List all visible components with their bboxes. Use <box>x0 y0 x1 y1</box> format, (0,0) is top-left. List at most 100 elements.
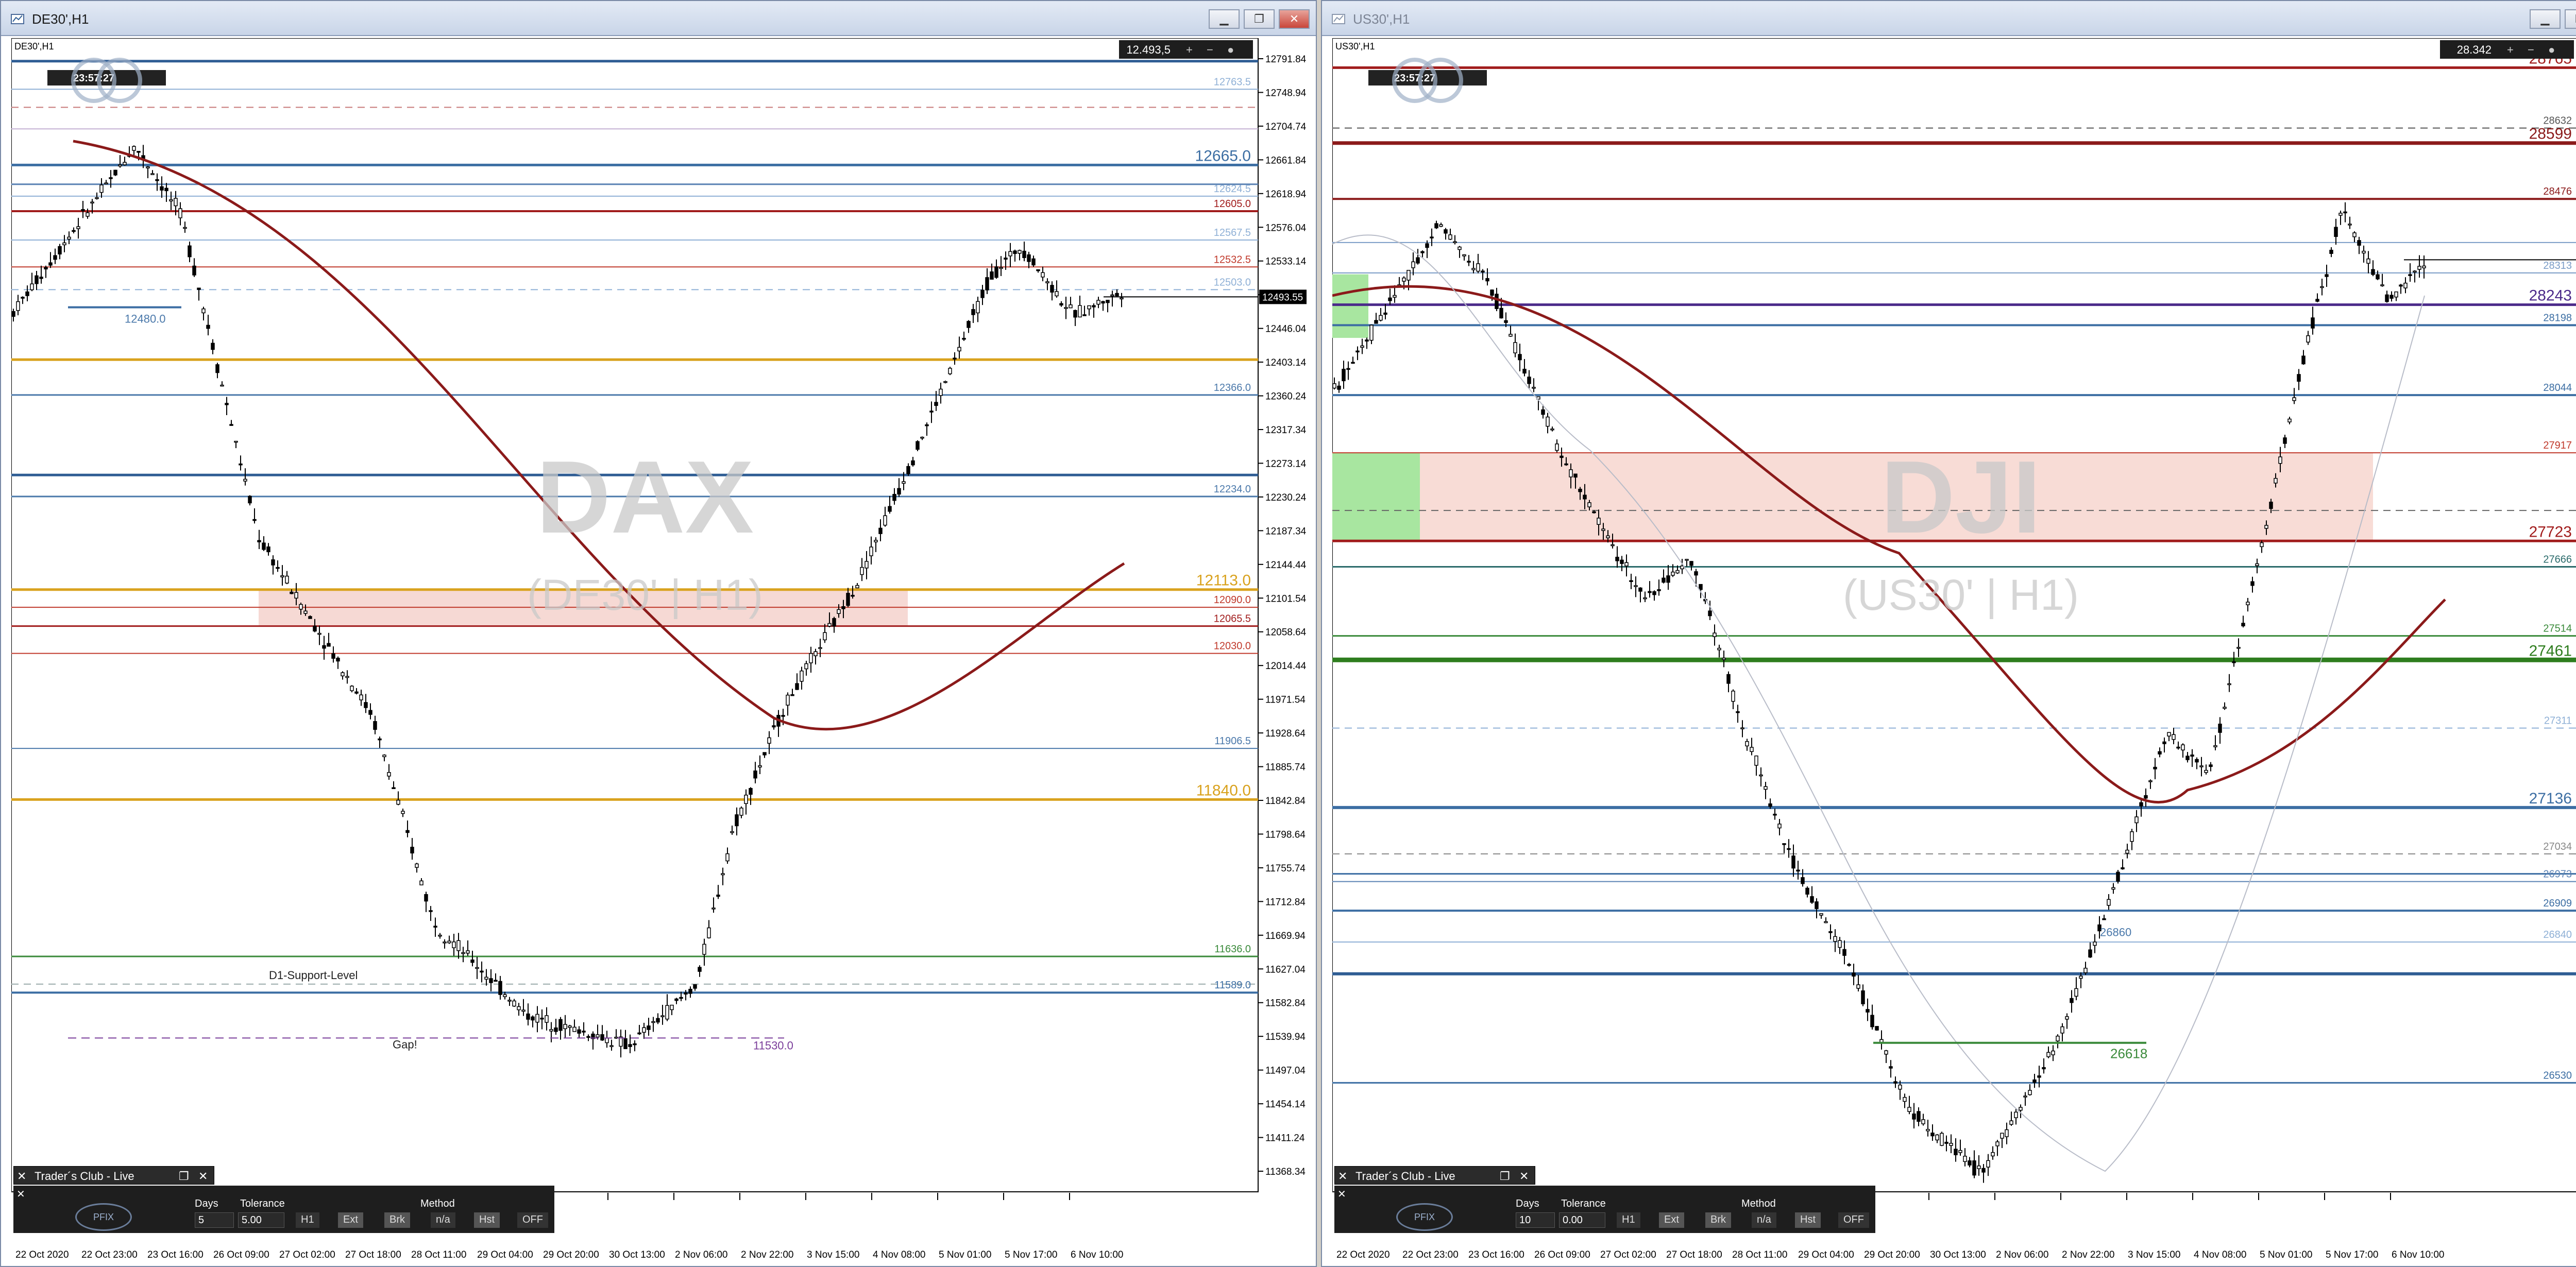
candle-body <box>762 752 767 756</box>
candle-body <box>1754 755 1758 766</box>
brk-button[interactable]: Brk <box>1705 1212 1731 1228</box>
candle-body <box>1921 1119 1925 1124</box>
brk-button[interactable]: Brk <box>384 1212 410 1228</box>
dji-chart-window[interactable]: US30',H1 ▁ ❐ ✕ 2876528632285992847628313… <box>1321 0 2576 1267</box>
candle-body <box>1036 269 1040 271</box>
off-button[interactable]: OFF <box>1838 1212 1869 1228</box>
dax-chart-window[interactable]: DE30',H1 ▁ ❐ ✕ 12763.5 12665.0 12624.5 1260… <box>0 0 1317 1267</box>
candle-body <box>2343 211 2347 214</box>
days-input[interactable]: 5 <box>195 1212 234 1228</box>
na-button[interactable]: n/a <box>431 1212 455 1228</box>
traders-club-bar[interactable]: ✕ Trader´s Club - Live ❐ ✕ <box>13 1166 214 1185</box>
tolerance-input[interactable]: 0.00 <box>1559 1212 1605 1228</box>
candle-body <box>86 212 90 217</box>
restore-icon[interactable]: ❐ <box>1244 9 1275 29</box>
candle-body <box>276 567 280 569</box>
level-label: 27461 <box>2529 642 2572 659</box>
candle-body <box>480 970 484 973</box>
ext-button[interactable]: Ext <box>1659 1212 1684 1228</box>
x-tick-label: 30 Oct 13:00 <box>1930 1249 1986 1260</box>
timeframe-button[interactable]: H1 <box>296 1212 319 1228</box>
hst-button[interactable]: Hst <box>1795 1212 1821 1228</box>
candle-body <box>1666 575 1670 583</box>
level-label: 11589.0 <box>1214 980 1251 991</box>
candle-body <box>123 162 127 165</box>
panel-close-icon[interactable]: ✕ <box>198 1170 208 1183</box>
candle-body <box>290 591 294 594</box>
y-tick-label: 11497.04 <box>1265 1066 1306 1076</box>
candle-body <box>2325 274 2329 277</box>
candle-body <box>1467 261 1471 263</box>
candle-body <box>1448 234 1452 240</box>
x-icon[interactable]: ✕ <box>1338 1170 1347 1183</box>
candle-body <box>809 653 813 663</box>
candle-body <box>1041 272 1045 278</box>
candle-body <box>1008 251 1012 256</box>
candle-body <box>2357 240 2361 246</box>
candle-body <box>2051 1050 2055 1055</box>
candle-body <box>939 388 943 396</box>
close-x-icon[interactable]: ✕ <box>1337 1188 1346 1201</box>
candle-body <box>1342 369 1346 382</box>
level-label: 11636.0 <box>1214 944 1251 955</box>
candle-body <box>2422 265 2426 268</box>
candle-body <box>521 1009 526 1012</box>
candle-body <box>730 831 734 833</box>
off-button[interactable]: OFF <box>517 1212 548 1228</box>
x-tick-label: 26 Oct 09:00 <box>213 1249 269 1260</box>
candle-body <box>2195 759 2199 763</box>
candle-body <box>906 466 910 474</box>
candle-body <box>1416 257 1420 264</box>
symbol-label: US30',H1 <box>1335 41 1375 52</box>
candle-body <box>1509 334 1513 337</box>
restore-icon[interactable]: ❐ <box>2565 9 2576 29</box>
panel-close-icon[interactable]: ✕ <box>1519 1170 1529 1183</box>
y-tick-label: 11539.94 <box>1265 1032 1306 1042</box>
candle-body <box>869 546 873 556</box>
window-titlebar[interactable]: US30',H1 ▁ ❐ ✕ <box>1322 1 2576 36</box>
minimize-icon[interactable]: ▁ <box>1209 9 1240 29</box>
dji-price-chart[interactable]: 2876528632285992847628313282432819828044… <box>1332 38 2576 1266</box>
candle-body <box>294 592 298 599</box>
logo: PFIX <box>1396 1203 1453 1231</box>
candle-body <box>1573 473 1578 478</box>
close-icon[interactable]: ✕ <box>1279 9 1310 29</box>
level-label: 27917 <box>2543 440 2572 451</box>
candle-body <box>1847 964 1851 966</box>
x-tick-label: 3 Nov 15:00 <box>2128 1249 2180 1260</box>
dax-price-chart[interactable]: 12763.5 12665.0 12624.5 12605.0 12567.5 12532… <box>11 38 1308 1266</box>
window-titlebar[interactable]: DE30',H1 ▁ ❐ ✕ <box>1 1 1316 36</box>
candle-body <box>1082 314 1087 316</box>
candle-body <box>656 1018 660 1023</box>
candle-body <box>1787 848 1791 850</box>
na-button[interactable]: n/a <box>1752 1212 1776 1228</box>
x-icon[interactable]: ✕ <box>17 1170 26 1183</box>
hst-button[interactable]: Hst <box>474 1212 500 1228</box>
candle-body <box>2260 542 2264 547</box>
days-input[interactable]: 10 <box>1516 1212 1555 1228</box>
candle-body <box>1861 990 1865 1004</box>
timeframe-button[interactable]: H1 <box>1617 1212 1640 1228</box>
candle-body <box>2014 1111 2018 1118</box>
candle-body <box>327 643 331 647</box>
candle-body <box>484 977 488 980</box>
x-tick-label: 27 Oct 02:00 <box>279 1249 335 1260</box>
panel-restore-icon[interactable]: ❐ <box>1500 1170 1510 1183</box>
x-tick-label: 5 Nov 17:00 <box>1005 1249 1057 1260</box>
candle-body <box>1699 584 1703 590</box>
close-x-icon[interactable]: ✕ <box>16 1188 25 1201</box>
candle-body <box>95 197 99 199</box>
ext-button[interactable]: Ext <box>338 1212 363 1228</box>
candle-body <box>378 738 382 741</box>
tolerance-input[interactable]: 5.00 <box>238 1212 284 1228</box>
candle-body <box>2009 1120 2013 1125</box>
candle-body <box>934 402 938 406</box>
candle-body <box>285 575 289 584</box>
traders-club-bar[interactable]: ✕ Trader´s Club - Live ❐ ✕ <box>1334 1166 1535 1185</box>
minimize-icon[interactable]: ▁ <box>2530 9 2561 29</box>
x-tick-label: 5 Nov 17:00 <box>2326 1249 2378 1260</box>
panel-restore-icon[interactable]: ❐ <box>179 1170 189 1183</box>
candle-body <box>1898 1084 1902 1090</box>
candle-body <box>925 424 929 426</box>
candle-body <box>1522 369 1527 374</box>
